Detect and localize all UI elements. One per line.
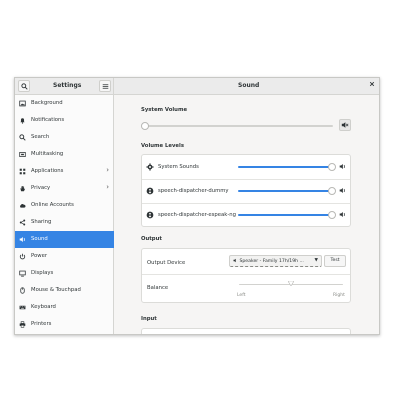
sidebar-item-label: Background: [31, 100, 63, 106]
input-heading: Input: [141, 316, 157, 322]
menu-button[interactable]: [99, 80, 111, 92]
app-name: speech-dispatcher-espeak-ng: [158, 212, 236, 218]
test-button[interactable]: Test: [324, 255, 346, 267]
volume-levels-card: System Sounds speech-dispatcher-dummy sp…: [141, 154, 351, 227]
multitasking-icon: [19, 152, 26, 157]
hand-icon: [20, 186, 26, 192]
app-volume-track[interactable]: [238, 214, 332, 216]
sidebar-item-multitasking[interactable]: Multitasking: [15, 146, 114, 163]
printer-icon: [19, 321, 26, 328]
app-volume-track[interactable]: [238, 166, 332, 168]
speaker-icon: [233, 258, 236, 263]
settings-window: Settings Sound Background Notifications …: [14, 77, 380, 335]
sidebar-item-notifications[interactable]: Notifications: [15, 112, 114, 129]
sidebar-item-label: Keyboard: [31, 304, 56, 310]
share-icon: [19, 219, 26, 226]
sidebar-item-printers[interactable]: Printers: [15, 316, 114, 333]
search-icon: [19, 134, 26, 141]
balance-marker[interactable]: [288, 281, 294, 286]
sidebar-item-label: Multitasking: [31, 151, 64, 157]
app-volume-knob[interactable]: [328, 211, 336, 219]
output-device-dropdown[interactable]: Speaker - Family 17h/19h ... ▼: [229, 255, 322, 267]
app-volume-knob[interactable]: [328, 163, 336, 171]
sidebar-item-displays[interactable]: Displays: [15, 265, 114, 282]
app-volume-row: speech-dispatcher-espeak-ng: [142, 203, 350, 227]
sound-panel: System Volume Volume Levels System Sound…: [114, 95, 379, 334]
mouse-icon: [20, 287, 25, 294]
sidebar-item-privacy[interactable]: Privacy ›: [15, 180, 114, 197]
bell-icon: [20, 118, 25, 124]
input-card: [141, 328, 351, 334]
sidebar-item-applications[interactable]: Applications ›: [15, 163, 114, 180]
header-bar: Settings Sound: [15, 78, 379, 95]
output-device-value: Speaker - Family 17h/19h ...: [239, 259, 304, 264]
sidebar-item-label: Sound: [31, 236, 48, 242]
output-device-label: Output Device: [147, 260, 186, 266]
sidebar-item-label: Mouse & Touchpad: [31, 287, 81, 293]
sidebar-item-label: Displays: [31, 270, 54, 276]
sidebar-item-mouse-touchpad[interactable]: Mouse & Touchpad: [15, 282, 114, 299]
sidebar-item-keyboard[interactable]: Keyboard: [15, 299, 114, 316]
sidebar-header: Settings: [15, 78, 114, 95]
speech-icon: [146, 187, 154, 195]
app-volume-row: System Sounds: [142, 155, 350, 179]
chevron-down-icon: ▼: [314, 258, 318, 263]
keyboard-icon: [19, 305, 26, 310]
app-volume-track[interactable]: [238, 190, 332, 192]
sidebar-item-label: Printers: [31, 321, 52, 327]
speech-icon: [146, 211, 154, 219]
page-title: Sound: [238, 82, 260, 89]
sidebar-item-label: Applications: [31, 168, 64, 174]
sidebar-item-search[interactable]: Search: [15, 129, 114, 146]
speaker-icon[interactable]: [339, 211, 346, 218]
sidebar-item-label: Search: [31, 134, 50, 140]
sidebar-item-label: Notifications: [31, 117, 65, 123]
system-volume-heading: System Volume: [141, 107, 188, 113]
speaker-mute-icon: [341, 122, 349, 128]
close-icon: [369, 81, 375, 87]
sidebar-item-sound[interactable]: Sound: [15, 231, 114, 248]
apps-grid-icon: [19, 168, 26, 175]
monitor-icon: [19, 270, 26, 277]
sidebar-item-label: Power: [31, 253, 48, 259]
power-icon: [19, 253, 26, 260]
system-volume-knob[interactable]: [141, 122, 149, 130]
image-icon: [19, 100, 26, 107]
balance-right-label: Right: [333, 293, 345, 298]
sidebar-item-online-accounts[interactable]: Online Accounts: [15, 197, 114, 214]
cloud-icon: [20, 203, 26, 208]
system-volume-track: [145, 125, 333, 127]
sidebar-item-background[interactable]: Background: [15, 95, 114, 112]
search-icon: [20, 82, 28, 90]
gear-icon: [146, 163, 154, 171]
output-heading: Output: [141, 236, 162, 242]
hamburger-icon: [102, 83, 108, 89]
speaker-icon[interactable]: [339, 163, 346, 170]
overamplify-button[interactable]: [339, 119, 351, 131]
sidebar-item-label: Online Accounts: [31, 202, 74, 208]
app-name: speech-dispatcher-dummy: [158, 188, 229, 194]
sidebar: Background Notifications Search Multitas…: [15, 95, 114, 334]
sidebar-item-label: Privacy: [31, 185, 51, 191]
speaker-icon[interactable]: [339, 187, 346, 194]
sidebar-item-power[interactable]: Power: [15, 248, 114, 265]
close-button[interactable]: [369, 81, 375, 89]
volume-levels-heading: Volume Levels: [141, 143, 184, 149]
output-card: Output Device Speaker - Family 17h/19h .…: [141, 248, 351, 303]
app-name: System Sounds: [158, 164, 199, 170]
chevron-right-icon: ›: [106, 183, 109, 191]
balance-left-label: Left: [237, 293, 246, 298]
app-volume-knob[interactable]: [328, 187, 336, 195]
sidebar-title: Settings: [53, 82, 82, 89]
search-button[interactable]: [18, 80, 30, 92]
speaker-icon: [19, 237, 25, 242]
sidebar-item-label: Sharing: [31, 219, 52, 225]
sidebar-item-sharing[interactable]: Sharing: [15, 214, 114, 231]
divider: [142, 274, 350, 275]
balance-label: Balance: [147, 285, 169, 291]
chevron-right-icon: ›: [106, 166, 109, 174]
app-volume-row: speech-dispatcher-dummy: [142, 179, 350, 203]
